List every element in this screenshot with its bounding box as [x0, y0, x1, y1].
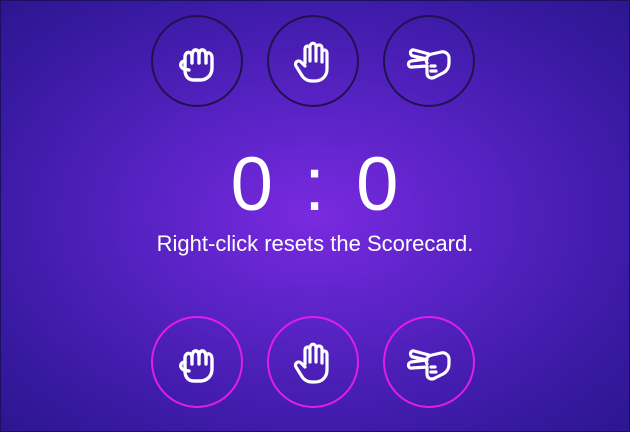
scissors-hand-icon — [406, 349, 451, 381]
scissors-button[interactable] — [383, 316, 475, 408]
scoreboard: 0:0 — [0, 140, 630, 230]
opponent-rock-button — [151, 15, 243, 107]
score-separator: : — [303, 142, 327, 227]
player-choices — [0, 316, 630, 412]
rock-button[interactable] — [151, 316, 243, 408]
left-score: 0 — [230, 142, 274, 227]
opponent-choices — [0, 15, 630, 111]
open-hand-icon — [293, 342, 329, 384]
open-hand-icon — [293, 41, 329, 83]
opponent-paper-button — [267, 15, 359, 107]
fist-icon — [179, 349, 214, 383]
fist-icon — [179, 48, 214, 82]
right-score: 0 — [356, 142, 400, 227]
reset-hint: Right-click resets the Scorecard. — [156, 231, 474, 256]
opponent-scissors-button — [383, 15, 475, 107]
paper-button[interactable] — [267, 316, 359, 408]
scissors-hand-icon — [406, 48, 451, 80]
